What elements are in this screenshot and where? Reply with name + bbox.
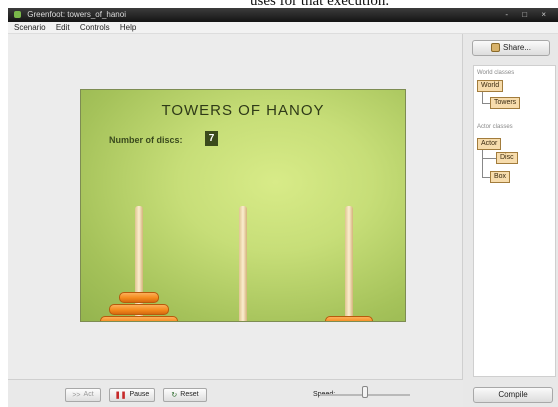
tree-line <box>482 158 496 159</box>
reset-icon: ↻ <box>171 392 178 399</box>
share-icon <box>490 43 500 52</box>
tower-peg <box>345 206 353 321</box>
class-panel: Share... World classes World Towers Acto… <box>463 34 558 407</box>
tree-line <box>482 150 483 178</box>
menu-bar: Scenario Edit Controls Help <box>8 22 558 34</box>
class-diagram: World classes World Towers Actor classes… <box>473 65 556 377</box>
class-towers[interactable]: Towers <box>490 97 521 109</box>
greenfoot-app-icon <box>14 11 21 18</box>
disc[interactable] <box>325 316 373 321</box>
world-title: TOWERS OF HANOY <box>161 102 325 119</box>
execution-controls: >>Act ❚❚Pause ↻Reset Speed: <box>8 379 463 407</box>
class-disc[interactable]: Disc <box>496 152 518 164</box>
menu-help[interactable]: Help <box>120 23 136 32</box>
caption-text: uses for that execution. <box>250 0 390 8</box>
caption-strip: uses for that execution. <box>0 0 558 8</box>
pause-icon: ❚❚ <box>114 392 127 399</box>
pause-button-label: Pause <box>129 391 150 398</box>
compile-button[interactable]: Compile <box>473 387 553 403</box>
title-bar: Greenfoot: towers_of_hanoi - □ × <box>8 8 558 22</box>
act-button-label: Act <box>83 391 94 398</box>
reset-button[interactable]: ↻ Reset <box>163 388 207 402</box>
tower-peg <box>239 206 247 321</box>
class-actor[interactable]: Actor <box>477 138 502 150</box>
world-canvas[interactable]: TOWERS OF HANOY Number of discs: 7 <box>80 89 406 322</box>
reset-button-label: Reset <box>180 391 199 398</box>
share-button[interactable]: Share... <box>472 40 550 56</box>
share-button-label: Share... <box>502 43 531 52</box>
menu-controls[interactable]: Controls <box>80 23 110 32</box>
discs-count-label: Number of discs: <box>109 135 183 145</box>
disc[interactable] <box>100 316 178 321</box>
window-title: Greenfoot: towers_of_hanoi <box>27 10 126 19</box>
disc[interactable] <box>119 292 159 303</box>
class-world[interactable]: World <box>477 80 504 92</box>
discs-count-value[interactable]: 7 <box>205 131 218 146</box>
tree-line <box>482 177 490 178</box>
world-classes-label: World classes <box>477 70 515 76</box>
disc[interactable] <box>109 304 169 315</box>
class-box[interactable]: Box <box>490 171 511 183</box>
world-area: TOWERS OF HANOY Number of discs: 7 <box>8 34 463 379</box>
act-icon: >> <box>72 392 81 399</box>
actor-classes-label: Actor classes <box>477 124 513 130</box>
menu-edit[interactable]: Edit <box>56 23 70 32</box>
pause-button[interactable]: ❚❚ Pause <box>109 388 155 402</box>
window-controls[interactable]: - □ × <box>505 8 552 22</box>
tree-line <box>482 103 490 104</box>
menu-scenario[interactable]: Scenario <box>14 23 46 32</box>
speed-slider-thumb[interactable] <box>362 386 368 398</box>
act-button[interactable]: >> Act <box>65 388 101 402</box>
